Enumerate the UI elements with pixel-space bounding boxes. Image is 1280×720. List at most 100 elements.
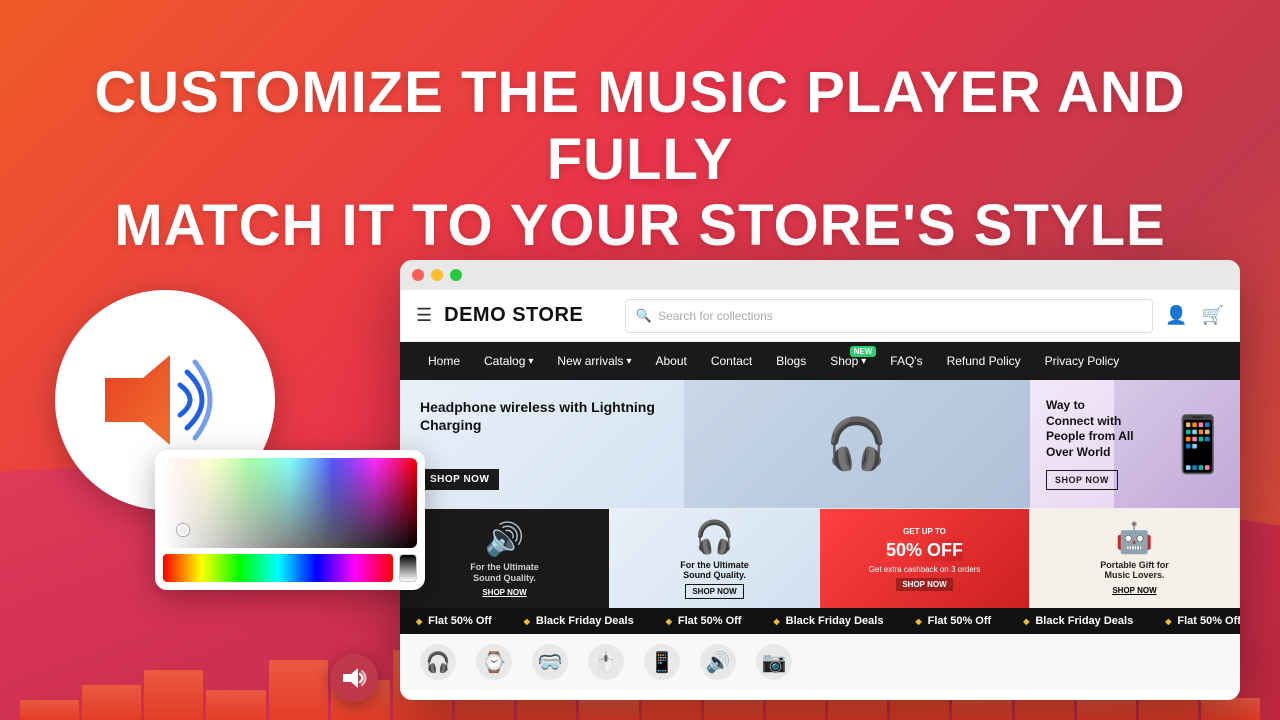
- ticker-item: ◆Black Friday Deals: [1007, 615, 1149, 627]
- headline-text: CUSTOMIZE THE MUSIC PLAYER AND FULLY MAT…: [60, 60, 1220, 260]
- store-logo: DEMO STORE: [444, 304, 613, 327]
- search-icon: 🔍: [636, 308, 652, 324]
- product-camera: 📷: [756, 644, 792, 680]
- alpha-slider[interactable]: [399, 554, 417, 582]
- hero-left-title: Headphone wireless with Lightning Chargi…: [420, 398, 686, 434]
- product-mouse: 🖱️: [588, 644, 624, 680]
- maximize-button-dot[interactable]: [450, 269, 462, 281]
- product-card-vacuum: 🤖 Portable Gift forMusic Lovers. SHOP NO…: [1030, 509, 1240, 608]
- nav-privacy-policy[interactable]: Privacy Policy: [1033, 342, 1132, 380]
- ticker-item: ◆Black Friday Deals: [508, 615, 650, 627]
- ticker-item: ◆Flat 50% Off: [650, 615, 758, 627]
- new-badge: NEW: [850, 346, 877, 357]
- headphone-woman-icon: 🎧: [695, 518, 735, 556]
- nav-contact[interactable]: Contact: [699, 342, 764, 380]
- camera-icon: 📷: [756, 644, 792, 680]
- nav-blogs[interactable]: Blogs: [764, 342, 818, 380]
- eq-bar: [206, 690, 265, 720]
- ticker-item: ◆Flat 50% Off: [899, 615, 1007, 627]
- ticker-item: ◆Flat 50% Off: [400, 615, 508, 627]
- black-friday-ticker: ◆Flat 50% Off ◆Black Friday Deals ◆Flat …: [400, 608, 1240, 634]
- nav-about[interactable]: About: [643, 342, 698, 380]
- eq-bar: [144, 670, 203, 720]
- ticker-item: ◆Black Friday Deals: [757, 615, 899, 627]
- speaker-svg: [105, 350, 225, 450]
- color-picker-panel[interactable]: [155, 450, 425, 590]
- headphone-couple-graphic: 🎧: [684, 380, 1031, 508]
- diamond-icon: ◆: [915, 617, 921, 626]
- product-earbuds: 🎧: [420, 644, 456, 680]
- speaker-product-icon: 🔊: [485, 520, 525, 558]
- hero-right-title: Way to Connect with People from All Over…: [1046, 398, 1135, 460]
- nav-refund-policy[interactable]: Refund Policy: [935, 342, 1033, 380]
- store-hero: 🎧 Headphone wireless with Lightning Char…: [400, 380, 1240, 508]
- hero-right-banner: 📱 Way to Connect with People from All Ov…: [1030, 380, 1240, 508]
- search-bar[interactable]: 🔍 Search for collections: [625, 299, 1153, 333]
- product-card-headphone-woman: 🎧 For the UltimateSound Quality. SHOP NO…: [610, 509, 820, 608]
- nav-shop[interactable]: Shop ▾ NEW: [818, 342, 878, 380]
- product-speaker-small: 🔊: [700, 644, 736, 680]
- product-card-headphone-cta[interactable]: SHOP NOW: [685, 584, 743, 599]
- browser-titlebar: [400, 260, 1240, 290]
- product-card-sale: GET UP TO 50% OFF Get extra cashback on …: [820, 509, 1030, 608]
- hue-slider[interactable]: [163, 554, 393, 582]
- diamond-icon: ◆: [666, 617, 672, 626]
- minimize-button-dot[interactable]: [431, 269, 443, 281]
- color-picker-crosshair[interactable]: [177, 524, 189, 536]
- cart-icon[interactable]: 🛒: [1202, 305, 1224, 326]
- color-picker-controls: [163, 554, 417, 582]
- eq-bar: [82, 685, 141, 720]
- ticker-item: ◆Flat 50% Off: [1149, 615, 1240, 627]
- eq-bar: [269, 660, 328, 720]
- mouse-icon: 🖱️: [588, 644, 624, 680]
- hero-left-banner: 🎧 Headphone wireless with Lightning Char…: [400, 380, 1030, 508]
- music-player-icon[interactable]: [330, 654, 378, 702]
- sale-label: GET UP TO: [903, 527, 946, 536]
- headline-section: CUSTOMIZE THE MUSIC PLAYER AND FULLY MAT…: [0, 60, 1280, 260]
- hero-left-shop-now-button[interactable]: SHOP NOW: [420, 469, 499, 490]
- product-card-speaker-title: For the UltimateSound Quality.: [470, 562, 539, 584]
- speaker-small-icon: 🔊: [700, 644, 736, 680]
- volume-icon: [341, 665, 367, 691]
- sale-percent: 50% OFF: [886, 540, 963, 561]
- vacuum-icon: 🤖: [1116, 521, 1153, 556]
- nav-faqs[interactable]: FAQ's: [878, 342, 934, 380]
- product-card-vacuum-title: Portable Gift forMusic Lovers.: [1100, 560, 1169, 580]
- hamburger-menu-icon[interactable]: ☰: [416, 305, 432, 326]
- close-button-dot[interactable]: [412, 269, 424, 281]
- hero-right-shop-now-button[interactable]: SHOP NOW: [1046, 470, 1118, 490]
- diamond-icon: ◆: [1165, 617, 1171, 626]
- diamond-icon: ◆: [773, 617, 779, 626]
- product-phone: 📱: [644, 644, 680, 680]
- nav-new-arrivals[interactable]: New arrivals ▾: [545, 342, 643, 380]
- diamond-icon: ◆: [1023, 617, 1029, 626]
- phone-icon: 📱: [644, 644, 680, 680]
- store-header: ☰ DEMO STORE 🔍 Search for collections 👤 …: [400, 290, 1240, 342]
- eq-bar: [1201, 698, 1260, 720]
- color-gradient-area[interactable]: [163, 458, 417, 548]
- nav-catalog[interactable]: Catalog ▾: [472, 342, 545, 380]
- diamond-icon: ◆: [524, 617, 530, 626]
- nav-home[interactable]: Home: [416, 342, 472, 380]
- eq-bar: [20, 700, 79, 720]
- product-strip: 🔊 For the UltimateSound Quality. SHOP NO…: [400, 508, 1240, 608]
- product-card-speaker-cta[interactable]: SHOP NOW: [482, 588, 526, 597]
- diamond-icon: ◆: [416, 617, 422, 626]
- hero-left-image: 🎧: [684, 380, 1031, 508]
- product-card-headphone-title: For the UltimateSound Quality.: [680, 560, 749, 580]
- ticker-content: ◆Flat 50% Off ◆Black Friday Deals ◆Flat …: [400, 615, 1240, 627]
- browser-window: ☰ DEMO STORE 🔍 Search for collections 👤 …: [400, 260, 1240, 700]
- watch-icon: ⌚: [476, 644, 512, 680]
- header-icons: 👤 🛒: [1165, 305, 1224, 326]
- product-vr: 🥽: [532, 644, 568, 680]
- product-card-speaker: 🔊 For the UltimateSound Quality. SHOP NO…: [400, 509, 610, 608]
- music-player-bottom: ↙: [330, 654, 378, 702]
- vr-icon: 🥽: [532, 644, 568, 680]
- product-card-sale-cta[interactable]: SHOP NOW: [896, 578, 952, 591]
- user-icon[interactable]: 👤: [1165, 305, 1187, 326]
- speaker-icon: [105, 350, 225, 450]
- search-placeholder: Search for collections: [658, 309, 773, 323]
- bottom-products-row: 🎧 ⌚ 🥽 🖱️ 📱 🔊 📷: [400, 634, 1240, 690]
- sale-sub: Get extra cashback on 3 orders: [869, 565, 981, 574]
- product-card-vacuum-cta[interactable]: SHOP NOW: [1106, 584, 1162, 597]
